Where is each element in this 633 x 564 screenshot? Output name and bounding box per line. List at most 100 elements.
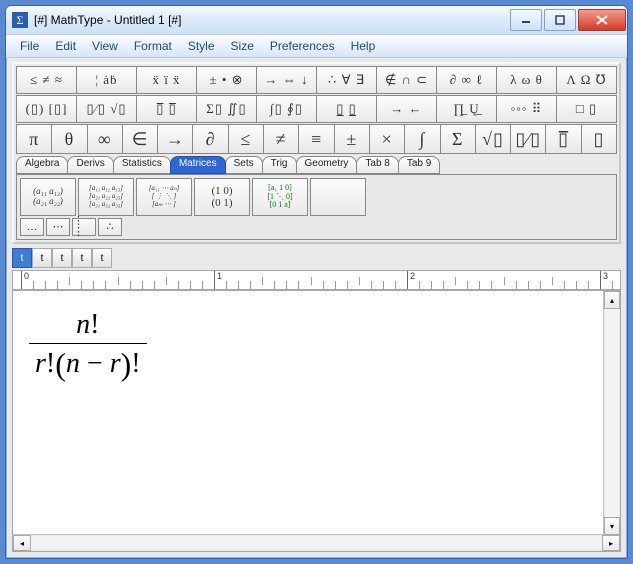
menu-format[interactable]: Format [126,37,180,55]
toolbar-panel: ≤ ≠ ≈¦ ȧḃẍ ï ẍ± • ⊗→ ⇔ ↓∴ ∀ ∃∉ ∩ ⊂∂ ∞ ℓλ… [12,62,621,244]
window-title: [#] MathType - Untitled 1 [#] [34,13,508,27]
tab-tab-8[interactable]: Tab 8 [356,156,398,174]
symbol-group-4[interactable]: → ⇔ ↓ [256,66,317,94]
template-group-4[interactable]: ∫▯ ∮▯ [256,95,317,123]
tab-sets[interactable]: Sets [225,156,263,174]
menu-style[interactable]: Style [180,37,223,55]
matrix-template-3x3-a[interactable]: [a₁₁ a₁₂ a₁₃][a₂₁ a₂₂ a₂₃][a₃₁ a₃₂ a₃₃] [78,178,134,216]
large-symbol-row: πθ∞∈→∂≤≠≡±×∫Σ√▯▯⁄▯▯̅▯ [16,124,617,154]
menu-edit[interactable]: Edit [47,37,84,55]
scroll-down-button[interactable]: ▾ [604,517,620,535]
quick-symbol-1[interactable]: θ [51,124,87,154]
matrix-template-2x2-a[interactable]: (a₁₁ a₁₂)(a₂₁ a₂₂) [20,178,76,216]
tab-tab-9[interactable]: Tab 9 [398,156,440,174]
quick-symbol-4[interactable]: → [157,124,193,154]
ruler-major-2: 2 [407,271,415,289]
symbol-group-7[interactable]: ∂ ∞ ℓ [436,66,497,94]
quick-symbol-13[interactable]: √▯ [475,124,511,154]
matrix-template-n-col-a[interactable]: [a₁₁ ⋯ aₙ][ ⋮ ⋱ ][aₘ ⋯ ] [136,178,192,216]
scroll-right-button[interactable]: ▸ [602,535,620,551]
app-window: Σ [#] MathType - Untitled 1 [#] FileEdit… [5,5,628,559]
ruler-major-3: 3 [600,271,608,289]
template-group-3[interactable]: Σ▯ ∬▯ [196,95,257,123]
template-group-7[interactable]: ∏̲ Ų̲ [436,95,497,123]
horizontal-scroll-track[interactable] [31,536,602,550]
quick-symbol-3[interactable]: ∈ [122,124,158,154]
category-tabs: AlgebraDerivsStatisticsMatricesSetsTrigG… [16,156,617,174]
template-group-8[interactable]: ◦◦◦ ⠿ [496,95,557,123]
template-group-1[interactable]: ▯⁄▯ √▯ [76,95,137,123]
symbol-group-5[interactable]: ∴ ∀ ∃ [316,66,377,94]
menu-help[interactable]: Help [343,37,384,55]
ruler-major-0: 0 [21,271,29,289]
symbol-row-1: ≤ ≠ ≈¦ ȧḃẍ ï ẍ± • ⊗→ ⇔ ↓∴ ∀ ∃∉ ∩ ⊂∂ ∞ ℓλ… [16,66,617,94]
tab-trig[interactable]: Trig [262,156,297,174]
quick-symbol-0[interactable]: π [16,124,52,154]
template-group-9[interactable]: □ ▯ [556,95,617,123]
equation-fraction[interactable]: n! r!(n − r)! [29,309,147,383]
menu-view[interactable]: View [84,37,126,55]
quick-symbol-6[interactable]: ≤ [228,124,264,154]
symbol-group-0[interactable]: ≤ ≠ ≈ [16,66,77,94]
menu-bar: FileEditViewFormatStyleSizePreferencesHe… [6,35,627,58]
app-icon: Σ [12,12,28,28]
quick-symbol-5[interactable]: ∂ [192,124,228,154]
horizontal-scrollbar[interactable]: ◂ ▸ [13,534,620,551]
menu-file[interactable]: File [12,37,47,55]
tab-statistics[interactable]: Statistics [113,156,171,174]
quick-symbol-9[interactable]: ± [334,124,370,154]
style-button-1[interactable]: t [32,248,52,268]
matrix-dots-3[interactable]: ∴ [98,218,122,236]
horizontal-ruler[interactable]: 0123 [12,270,621,290]
quick-symbol-8[interactable]: ≡ [298,124,334,154]
symbol-group-3[interactable]: ± • ⊗ [196,66,257,94]
scroll-left-button[interactable]: ◂ [13,535,31,551]
symbol-group-2[interactable]: ẍ ï ẍ [136,66,197,94]
equation-numerator: n! [76,309,99,340]
title-bar[interactable]: Σ [#] MathType - Untitled 1 [#] [6,6,627,35]
matrix-template-identity[interactable]: (1 0)(0 1) [194,178,250,216]
vertical-scrollbar[interactable]: ▴ ▾ [603,291,620,535]
matrix-dots-2[interactable]: ⋮ ⋮ [72,218,96,236]
tab-geometry[interactable]: Geometry [296,156,358,174]
template-group-6[interactable]: → ← [376,95,437,123]
tab-panel-matrices: (a₁₁ a₁₂)(a₂₁ a₂₂)[a₁₁ a₁₂ a₁₃][a₂₁ a₂₂ … [16,174,617,240]
quick-symbol-16[interactable]: ▯ [581,124,617,154]
quick-symbol-2[interactable]: ∞ [87,124,123,154]
template-group-2[interactable]: ▯̅ ▯̅ [136,95,197,123]
tab-derivs[interactable]: Derivs [67,156,113,174]
minimize-button[interactable] [510,9,542,31]
scroll-up-button[interactable]: ▴ [604,291,620,309]
tab-matrices[interactable]: Matrices [170,156,226,174]
close-button[interactable] [578,9,626,31]
template-row: (▯) [▯]▯⁄▯ √▯▯̅ ▯̅Σ▯ ∬▯∫▯ ∮▯▯̲ ▯̲→ ←∏̲ Ų… [16,95,617,123]
quick-symbol-11[interactable]: ∫ [404,124,440,154]
template-group-5[interactable]: ▯̲ ▯̲ [316,95,377,123]
style-button-2[interactable]: t [52,248,72,268]
quick-symbol-12[interactable]: Σ [440,124,476,154]
menu-preferences[interactable]: Preferences [262,37,343,55]
symbol-group-6[interactable]: ∉ ∩ ⊂ [376,66,437,94]
small-toolbar: ttttt [12,248,621,268]
matrix-template-dots-4[interactable]: [a₁ 1 0][1 ⋱ 0][0 1 a] [252,178,308,216]
style-button-0[interactable]: t [12,248,32,268]
symbol-group-1[interactable]: ¦ ȧḃ [76,66,137,94]
quick-symbol-7[interactable]: ≠ [263,124,299,154]
matrix-template-empty[interactable] [310,178,366,216]
symbol-group-9[interactable]: Λ Ω ℧ [556,66,617,94]
matrix-dots-0[interactable]: … [20,218,44,236]
tab-algebra[interactable]: Algebra [16,156,68,174]
quick-symbol-14[interactable]: ▯⁄▯ [510,124,546,154]
quick-symbol-10[interactable]: × [369,124,405,154]
equation-canvas[interactable]: n! r!(n − r)! [13,291,620,534]
matrix-dots-1[interactable]: ⋯ [46,218,70,236]
quick-symbol-15[interactable]: ▯̅ [545,124,581,154]
svg-text:Σ: Σ [17,13,24,27]
template-group-0[interactable]: (▯) [▯] [16,95,77,123]
style-button-4[interactable]: t [92,248,112,268]
vertical-scroll-track[interactable] [605,309,619,517]
menu-size[interactable]: Size [223,37,262,55]
style-button-3[interactable]: t [72,248,92,268]
symbol-group-8[interactable]: λ ω θ [496,66,557,94]
maximize-button[interactable] [544,9,576,31]
